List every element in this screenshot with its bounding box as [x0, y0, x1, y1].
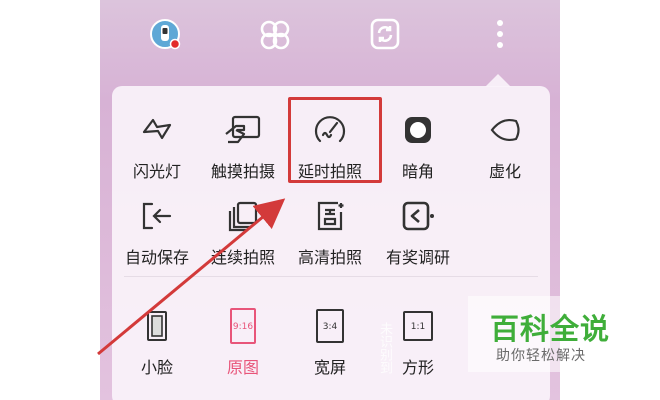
vignette-icon [398, 110, 438, 150]
menu-item-label: 暗角 [401, 162, 434, 181]
watermark: 百科全说 助你轻松解决 [468, 296, 638, 372]
auto-save-icon [137, 196, 177, 236]
menu-item-label: 自动保存 [124, 248, 189, 267]
menu-item-label: 宽屏 [313, 358, 346, 377]
avatar-icon[interactable] [145, 14, 185, 54]
menu-item-label: 有奖调研 [385, 248, 450, 267]
small-face-icon [137, 306, 177, 346]
menu-item-label: 高清拍照 [297, 248, 362, 267]
timer-highlight-box [288, 97, 382, 183]
menu-item-original[interactable]: 9:16 原图 [200, 306, 286, 378]
menu-item-vignette[interactable]: 暗角 [375, 110, 461, 182]
flash-icon [137, 110, 177, 150]
menu-item-label: 虚化 [488, 162, 521, 181]
ratio-34-icon: 3:4 [310, 306, 350, 346]
survey-icon [398, 196, 438, 236]
menu-item-blur[interactable]: 虚化 [462, 110, 548, 182]
menu-item-small-face[interactable]: 小脸 [114, 306, 200, 378]
menu-item-label: 触摸拍摄 [210, 162, 275, 181]
watermark-subtitle: 助你轻松解决 [496, 348, 586, 364]
menu-item-label: 闪光灯 [132, 162, 181, 181]
burst-shoot-icon [223, 196, 263, 236]
menu-item-label: 原图 [226, 358, 259, 377]
ratio-badge: 9:16 [233, 322, 253, 332]
menu-item-flash[interactable]: 闪光灯 [114, 110, 200, 182]
ratio-11-icon: 1:1 [398, 306, 438, 346]
left-margin [0, 0, 100, 400]
touch-shoot-icon [223, 110, 263, 150]
beauty-filter-icon[interactable] [255, 14, 295, 54]
ratio-badge: 3:4 [323, 322, 338, 332]
blur-icon [485, 110, 525, 150]
menu-divider [124, 276, 538, 277]
menu-item-wide[interactable]: 3:4 宽屏 [287, 306, 373, 378]
menu-item-burst[interactable]: 连续拍照 [200, 196, 286, 268]
menu-item-hd[interactable]: 高清拍照 [287, 196, 373, 268]
hd-shoot-icon [310, 196, 350, 236]
face-detect-hint: 未识别到 [377, 322, 392, 374]
menu-item-auto-save[interactable]: 自动保存 [114, 196, 200, 268]
menu-item-label: 方形 [401, 358, 434, 377]
ratio-badge: 1:1 [411, 322, 425, 332]
ratio-916-icon: 9:16 [223, 306, 263, 346]
watermark-logo: 百科全说 [490, 312, 611, 346]
more-vert-icon[interactable] [480, 14, 520, 54]
switch-camera-icon[interactable] [365, 14, 405, 54]
menu-item-label: 小脸 [140, 358, 173, 377]
menu-item-touch-shoot[interactable]: 触摸拍摄 [200, 110, 286, 182]
menu-item-label: 连续拍照 [210, 248, 275, 267]
menu-item-survey[interactable]: 有奖调研 [375, 196, 461, 268]
